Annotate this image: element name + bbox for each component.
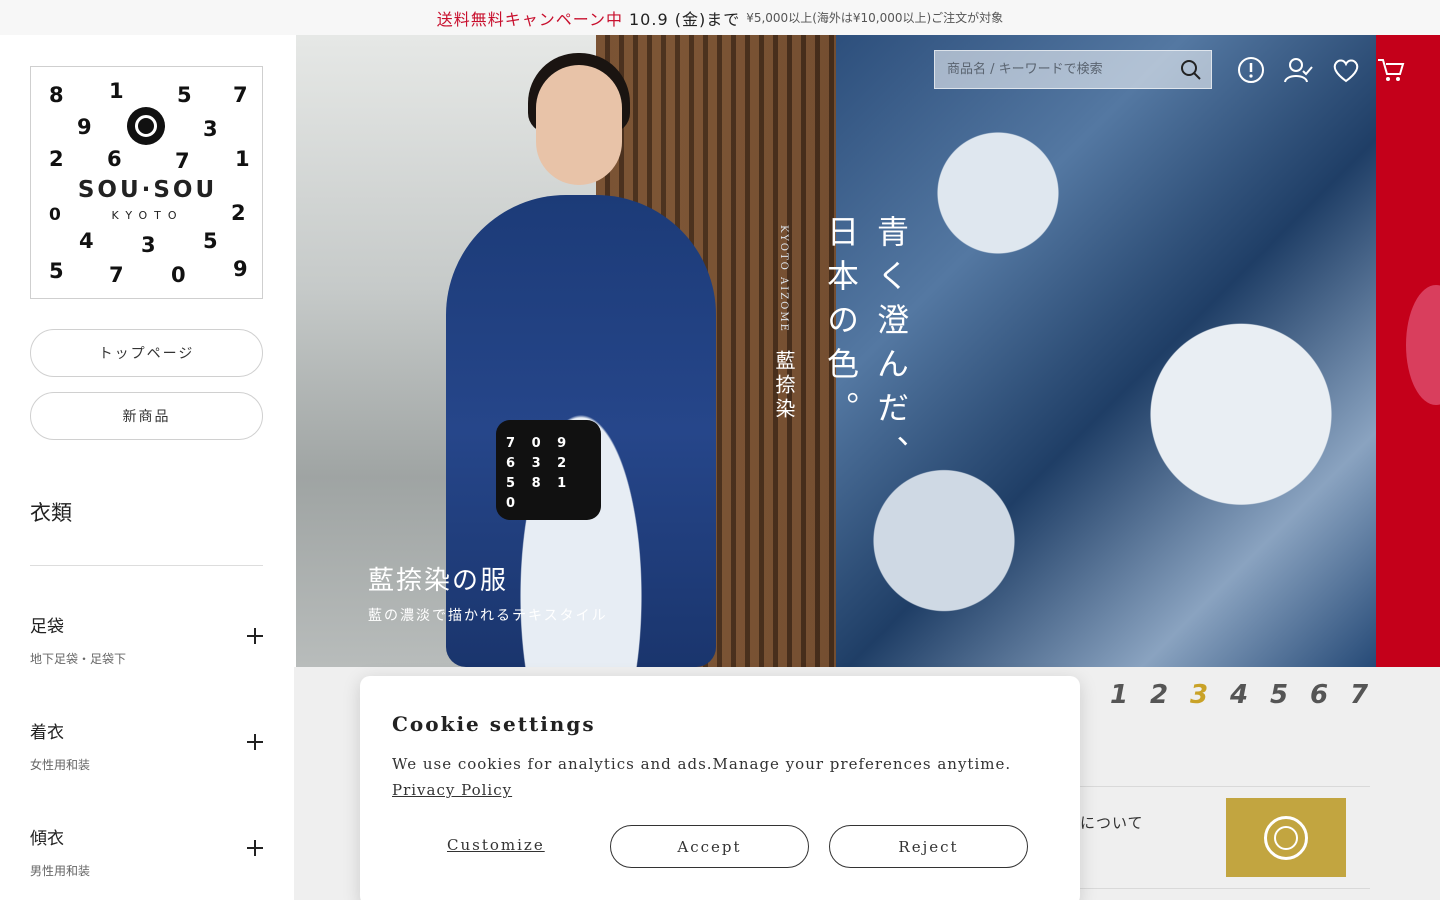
clothing-heading: 衣類	[30, 501, 72, 525]
logo-digit: 1	[235, 147, 250, 171]
search-input[interactable]	[935, 51, 1175, 88]
new-items-button[interactable]: 新商品	[30, 392, 263, 440]
logo-digit: 0	[171, 263, 186, 287]
category-subtitle: 女性用和装	[30, 758, 91, 772]
logo-digit: 4	[79, 229, 94, 253]
logo-digit: 9	[233, 257, 248, 281]
customize-button[interactable]: Customize	[447, 836, 545, 854]
campaign-label: 送料無料キャンペーン中	[436, 9, 623, 29]
divider	[30, 565, 263, 566]
logo-digit: 8	[49, 83, 64, 107]
category-subtitle: 男性用和装	[30, 864, 91, 878]
category-chakui[interactable]: 着衣 女性用和装	[30, 718, 263, 788]
account-icon[interactable]	[1283, 55, 1313, 85]
logo-city: KYOTO	[111, 209, 184, 222]
campaign-banner: 送料無料キャンペーン中 10.9 (金)まで ¥5,000以上(海外は¥10,0…	[0, 0, 1440, 35]
logo-digit: 7	[175, 149, 190, 173]
logo-digit: 7	[109, 263, 124, 287]
logo-digit: 3	[203, 117, 218, 141]
search-box	[934, 50, 1212, 89]
hero-title[interactable]: 藍捺染の服	[368, 560, 508, 597]
divider	[1080, 786, 1370, 787]
campaign-date: 10.9 (金)まで	[629, 9, 741, 29]
category-title: 足袋	[30, 617, 64, 637]
model-face	[536, 65, 622, 185]
cookie-title: Cookie settings	[392, 712, 596, 736]
pager-item[interactable]: 4	[1228, 680, 1250, 710]
pager-item[interactable]: 5	[1268, 680, 1290, 710]
logo-digit: 2	[231, 201, 246, 225]
logo-mark-icon	[127, 107, 165, 145]
info-icon[interactable]	[1236, 55, 1266, 85]
logo-digit: 7	[233, 83, 248, 107]
logo-digit: 2	[49, 147, 64, 171]
logo-digit: 6	[107, 147, 122, 171]
pager-item[interactable]: 1	[1108, 680, 1130, 710]
logo-digit: 5	[49, 259, 64, 283]
pager-item-active[interactable]: 3	[1188, 680, 1210, 710]
pager-item[interactable]: 7	[1348, 680, 1370, 710]
hero-slide[interactable]: 7 0 9 6 3 2 5 8 1 0 青く澄んだ、 日本の色。 KYOTO A…	[296, 35, 1440, 667]
site-logo[interactable]: 8 1 5 7 9 3 2 6 7 1 SOU·SOU 0 KYOTO 2 4 …	[30, 66, 263, 299]
model-bag: 7 0 9 6 3 2 5 8 1 0	[496, 420, 601, 520]
privacy-policy-link[interactable]: Privacy Policy	[392, 781, 512, 799]
logo-digit: 3	[141, 233, 156, 257]
pager-item[interactable]: 2	[1148, 680, 1170, 710]
campaign-condition: ¥5,000以上(海外は¥10,000以上)ご注文が対象	[746, 11, 1004, 25]
logo-digit: 5	[177, 83, 192, 107]
next-slide-peek	[1376, 35, 1440, 667]
hero-vertical-copy-2: 日本の色。	[822, 215, 860, 435]
plus-icon[interactable]	[247, 628, 263, 644]
search-icon[interactable]	[1179, 58, 1203, 82]
reject-button[interactable]: Reject	[829, 825, 1028, 868]
category-subtitle: 地下足袋・足袋下	[30, 652, 127, 666]
hero-vertical-english: KYOTO AIZOME	[778, 225, 789, 333]
sidebar: 8 1 5 7 9 3 2 6 7 1 SOU·SOU 0 KYOTO 2 4 …	[0, 35, 294, 900]
indigo-textile-image	[836, 35, 1376, 667]
about-link[interactable]: について	[1080, 812, 1144, 833]
hero-subtitle: 藍の濃淡で描かれるテキスタイル	[368, 608, 608, 624]
brand-mark-icon	[1264, 815, 1308, 860]
slide-pager: 1 2 3 4 5 6 7	[1108, 680, 1370, 710]
category-title: 傾衣	[30, 829, 64, 849]
logo-digit: 1	[109, 79, 124, 103]
top-page-button[interactable]: トップページ	[30, 329, 263, 377]
plus-icon[interactable]	[247, 840, 263, 856]
logo-digit: 9	[77, 115, 92, 139]
cookie-text: We use cookies for analytics and ads.Man…	[392, 755, 1012, 773]
category-keii[interactable]: 傾衣 男性用和装	[30, 824, 263, 894]
category-title: 着衣	[30, 723, 64, 743]
category-tabi[interactable]: 足袋 地下足袋・足袋下	[30, 612, 263, 682]
divider	[1080, 888, 1370, 889]
plus-icon[interactable]	[247, 734, 263, 750]
heart-icon[interactable]	[1331, 55, 1361, 85]
hero-vertical-sub: 藍捺染	[772, 350, 796, 422]
pager-item[interactable]: 6	[1308, 680, 1330, 710]
hero-vertical-copy-1: 青く澄んだ、	[872, 215, 910, 479]
accept-button[interactable]: Accept	[610, 825, 809, 868]
about-thumbnail[interactable]	[1226, 798, 1346, 877]
cookie-description: We use cookies for analytics and ads.Man…	[392, 751, 1032, 803]
cart-icon[interactable]	[1376, 55, 1406, 85]
logo-wordmark: SOU·SOU	[77, 177, 218, 203]
logo-digit: 5	[203, 229, 218, 253]
cookie-dialog: Cookie settings We use cookies for analy…	[360, 676, 1080, 900]
